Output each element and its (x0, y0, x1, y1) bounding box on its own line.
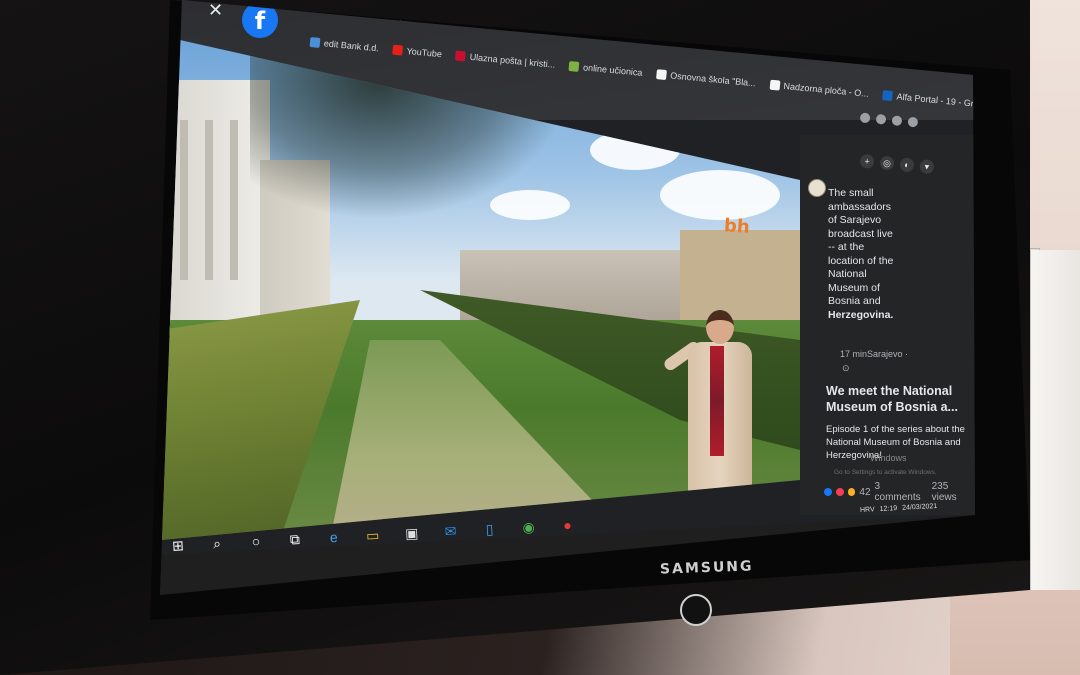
description-line: -- at the (828, 241, 865, 253)
description-line: of Sarajevo (828, 214, 882, 226)
post-title[interactable]: We meet the National Museum of Bosnia a.… (826, 383, 971, 415)
post-side-panel: + ◎ ◐ ▾ The small ambassadors of Sarajevo b… (800, 135, 975, 515)
cloud (660, 170, 780, 220)
account-menu-icon[interactable]: ▾ (919, 159, 935, 175)
bookmark-favicon-icon (309, 37, 321, 48)
favorites-icon[interactable] (875, 113, 887, 125)
bookmark-item[interactable]: Osnovna škola "Bla... (655, 64, 756, 93)
page-avatar[interactable] (808, 179, 826, 197)
tv-screen: ✕ f ps://www.facebook.com/maliambasadori… (160, 0, 975, 595)
bookmark-item[interactable]: Ulazna pošta | kristi... (455, 46, 556, 75)
bookmark-label: Alfa Portal - 19 - Gr... (896, 91, 975, 110)
bookmark-favicon-icon (882, 90, 894, 102)
menu-icon[interactable] (907, 116, 919, 128)
bookmark-favicon-icon (655, 69, 667, 81)
edge-icon[interactable]: e (322, 526, 345, 549)
bookmark-item[interactable]: Alfa Portal - 19 - Gr... (882, 85, 975, 114)
phone-icon[interactable]: ▯ (478, 518, 501, 541)
bookmark-item[interactable]: edit Bank d.d. (309, 32, 380, 58)
store-icon[interactable]: ▣ (400, 522, 423, 545)
post-meta: 17 minSarajevo · (840, 349, 909, 359)
bookmark-label: Ulazna pošta | kristi... (469, 51, 556, 70)
bookmark-label: online učionica (582, 62, 643, 78)
browser-actions (859, 112, 919, 128)
description-line: National (828, 268, 867, 280)
description-line: Herzegovina. (828, 308, 894, 321)
tv-brand-logo: SAMSUNG (659, 558, 754, 578)
description-line: broadcast live (828, 227, 893, 240)
public-globe-icon: ⊙ (842, 363, 850, 373)
task-view-icon[interactable]: ⧉ (283, 528, 306, 551)
description-line: location of the (828, 254, 894, 267)
description-line: The small (828, 187, 874, 199)
chrome-icon[interactable]: ◉ (517, 515, 540, 538)
description-line: Bosnia and (828, 295, 881, 307)
windows-activation-hint: Go to Settings to activate Windows. (834, 469, 937, 476)
clock-time[interactable]: 12:19 (879, 505, 897, 513)
bh-channel-logo: bh (723, 215, 751, 238)
bookmark-favicon-icon (455, 50, 467, 62)
bookmark-favicon-icon (568, 61, 580, 72)
panel-actions: + ◎ ◐ ▾ (859, 153, 935, 175)
description-line: Museum of (828, 281, 880, 294)
add-icon[interactable]: + (859, 153, 875, 169)
mail-icon[interactable]: ✉ (439, 520, 462, 543)
bookmark-item[interactable]: online učionica (568, 56, 643, 83)
cloud (590, 130, 680, 170)
cortana-icon[interactable]: ○ (244, 530, 267, 553)
profile-icon[interactable] (891, 115, 903, 127)
search-icon[interactable]: ⌕ (205, 532, 228, 555)
notifications-icon[interactable]: ◐ (899, 157, 915, 173)
app-badge-icon[interactable]: ● (556, 513, 579, 536)
tv-power-button[interactable] (680, 594, 712, 626)
messenger-icon[interactable]: ◎ (879, 155, 895, 171)
description-line: ambassadors (828, 200, 892, 213)
windows-start-icon[interactable]: ⊞ (166, 534, 189, 557)
bookmark-favicon-icon (769, 79, 781, 91)
bookmark-label: YouTube (406, 45, 443, 60)
bookmark-label: edit Bank d.d. (323, 38, 380, 54)
whiteboard (1028, 250, 1080, 590)
bookmark-item[interactable]: Nadzorna ploča - O... (769, 75, 870, 104)
post-description: The small ambassadors of Sarajevo broadcast… (828, 187, 902, 322)
bookmark-label: Nadzorna ploča - O... (783, 80, 870, 99)
bookmark-favicon-icon (392, 44, 404, 56)
windows-activation-watermark: Windows (870, 453, 907, 463)
bookmark-label: Osnovna škola "Bla... (669, 70, 757, 89)
file-explorer-icon[interactable]: ▭ (361, 524, 384, 547)
language-indicator[interactable]: HRV (860, 506, 875, 514)
bookmark-item[interactable]: YouTube (392, 40, 443, 64)
extension-icon[interactable] (859, 112, 871, 124)
